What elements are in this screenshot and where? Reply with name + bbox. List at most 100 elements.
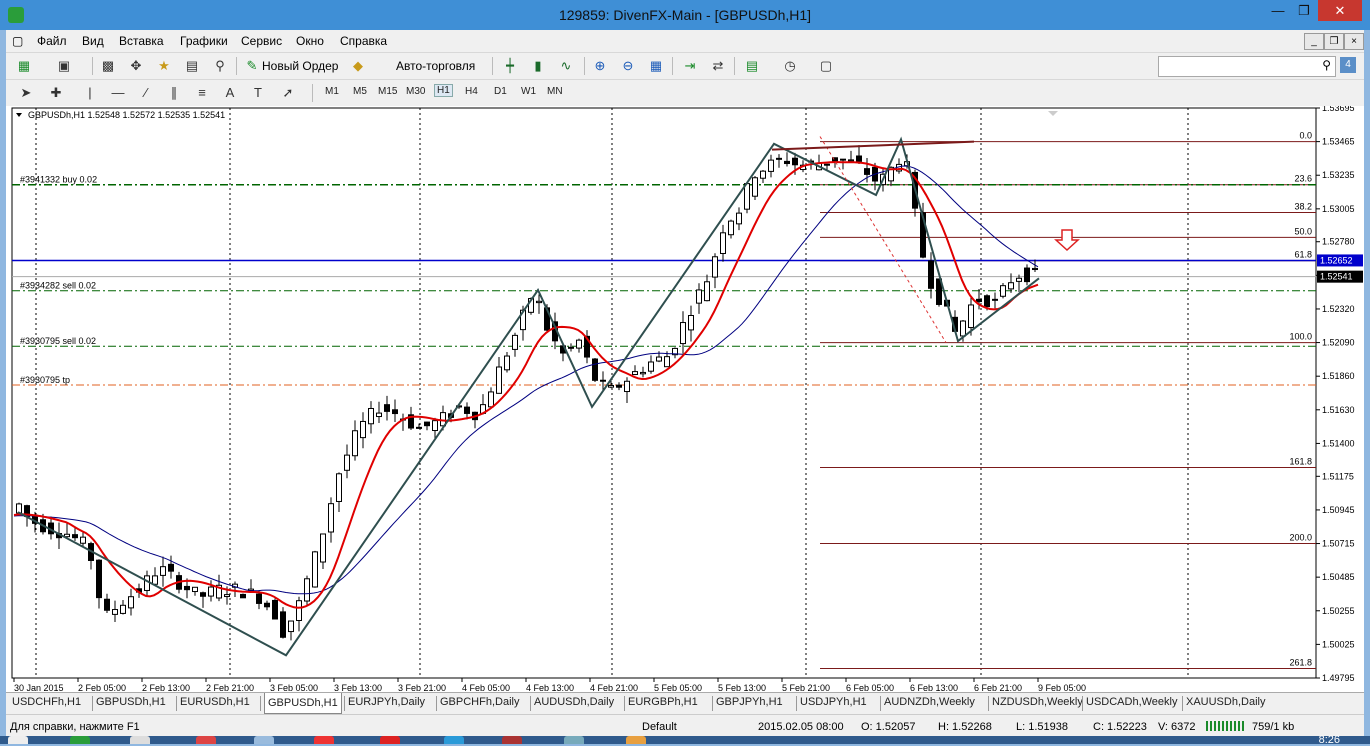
channel-icon[interactable]: ∥: [166, 85, 182, 101]
market-watch-icon[interactable]: ▩: [100, 58, 116, 74]
taskbar-app-icon[interactable]: [626, 736, 646, 744]
candle-body: [240, 593, 246, 599]
profiles-icon[interactable]: ▣: [56, 58, 72, 74]
taskbar-app-icon[interactable]: [254, 736, 274, 744]
tab-chart[interactable]: USDCHFh,H1: [12, 696, 81, 712]
candle-body: [96, 559, 102, 599]
candle-body: [592, 358, 598, 381]
menu-file[interactable]: Файл: [37, 34, 67, 48]
menu-view[interactable]: Вид: [82, 34, 104, 48]
y-tick-label: 1.53465: [1322, 137, 1355, 147]
indicators-icon[interactable]: ▤: [744, 58, 760, 74]
bar-chart-icon[interactable]: ┿: [502, 58, 518, 74]
taskbar-app-icon[interactable]: [564, 736, 584, 744]
chart-shift-icon[interactable]: ⇥: [682, 58, 698, 74]
menu-charts[interactable]: Графики: [180, 34, 228, 48]
tab-chart[interactable]: AUDNZDh,Weekly: [884, 696, 975, 712]
line-chart-icon[interactable]: ∿: [558, 58, 574, 74]
autotrade-icon[interactable]: ◆: [350, 58, 366, 74]
crosshair-icon[interactable]: ✚: [48, 85, 64, 101]
menu-icon[interactable]: ▢: [12, 34, 23, 48]
tf-m1[interactable]: M1: [325, 86, 339, 97]
maximize-icon[interactable]: ❐: [1290, 0, 1318, 22]
autoscroll-icon[interactable]: ⇄: [710, 58, 726, 74]
candle-body: [112, 609, 118, 615]
candle-body: [536, 300, 542, 304]
tf-d1[interactable]: D1: [494, 86, 507, 97]
cursor-icon[interactable]: ➤: [18, 85, 34, 101]
search-input[interactable]: ⚲: [1158, 56, 1336, 77]
text-icon[interactable]: A: [222, 85, 238, 101]
tab-chart[interactable]: GBPCHFh,Daily: [440, 696, 519, 712]
taskbar-app-icon[interactable]: [314, 736, 334, 744]
notifications-badge[interactable]: 4: [1340, 57, 1356, 73]
tile-windows-icon[interactable]: ▦: [648, 58, 664, 74]
tab-chart[interactable]: GBPUSDh,H1: [264, 693, 342, 714]
vertical-line-icon[interactable]: |: [82, 85, 98, 101]
tf-mn[interactable]: MN: [547, 86, 563, 97]
horizontal-line-icon[interactable]: —: [110, 85, 126, 101]
tester-icon[interactable]: ⚲: [212, 58, 228, 74]
taskbar-app-icon[interactable]: [380, 736, 400, 744]
menu-insert[interactable]: Вставка: [119, 34, 164, 48]
tf-h1[interactable]: H1: [434, 84, 453, 97]
candlestick-chart-icon[interactable]: ▮: [530, 58, 546, 74]
tab-chart[interactable]: GBPUSDh,H1: [96, 696, 166, 712]
tf-w1[interactable]: W1: [521, 86, 536, 97]
menu-tools[interactable]: Сервис: [241, 34, 282, 48]
candle-body: [624, 380, 630, 393]
tf-h4[interactable]: H4: [465, 86, 478, 97]
taskbar-app-icon[interactable]: [130, 736, 150, 744]
tab-chart[interactable]: XAUUSDh,Daily: [1186, 696, 1265, 712]
tab-chart[interactable]: USDJPYh,H1: [800, 696, 867, 712]
tab-chart[interactable]: EURUSDh,H1: [180, 696, 250, 712]
fibonacci-icon[interactable]: ≡: [194, 85, 210, 101]
x-tick-label: 5 Feb 13:00: [718, 683, 766, 692]
new-order-icon[interactable]: ✎: [244, 58, 260, 74]
periods-icon[interactable]: ◷: [782, 58, 798, 74]
main-toolbar: ▦ ▣ ▩ ✥ ★ ▤ ⚲ ✎ Новый Ордер ◆ Авто-торго…: [6, 52, 1364, 79]
templates-icon[interactable]: ▢: [818, 58, 834, 74]
candle-body: [736, 212, 742, 225]
zoom-in-icon[interactable]: ⊕: [592, 58, 608, 74]
new-order-button[interactable]: Новый Ордер: [262, 59, 338, 73]
navigator-icon[interactable]: ★: [156, 58, 172, 74]
trendline-icon[interactable]: ∕: [138, 85, 154, 101]
terminal-icon[interactable]: ▤: [184, 58, 200, 74]
y-tick-label: 1.50945: [1322, 505, 1355, 515]
tf-m30[interactable]: M30: [406, 86, 425, 97]
minimize-icon[interactable]: —: [1264, 0, 1292, 22]
arrows-icon[interactable]: ➚: [280, 85, 296, 101]
mdi-restore-icon[interactable]: ❐: [1324, 33, 1344, 50]
y-tick-label: 1.51400: [1322, 438, 1355, 448]
chart-window[interactable]: 1.53695 1.53465 1.53235 1.53005 1.52780 1.525…: [6, 106, 1364, 692]
close-icon[interactable]: ✕: [1318, 0, 1362, 21]
status-high: H: 1.52268: [938, 721, 992, 733]
start-icon[interactable]: [8, 736, 28, 744]
mdi-minimize-icon[interactable]: _: [1304, 33, 1324, 50]
y-tick-label: 1.53695: [1322, 106, 1355, 113]
taskbar-browser-icon[interactable]: [196, 736, 216, 744]
tf-m5[interactable]: M5: [353, 86, 367, 97]
taskbar-app-icon[interactable]: [502, 736, 522, 744]
label-icon[interactable]: T: [250, 85, 266, 101]
taskbar-app-icon[interactable]: [70, 736, 90, 744]
taskbar-app-icon[interactable]: [444, 736, 464, 744]
mdi-close-icon[interactable]: ×: [1344, 33, 1364, 50]
tab-chart[interactable]: GBPJPYh,H1: [716, 696, 783, 712]
tab-chart[interactable]: USDCADh,Weekly: [1086, 696, 1178, 712]
price-chart[interactable]: 1.53695 1.53465 1.53235 1.53005 1.52780 1.525…: [6, 106, 1364, 692]
candle-body: [856, 155, 862, 162]
new-chart-icon[interactable]: ▦: [16, 58, 32, 74]
tab-chart[interactable]: EURGBPh,H1: [628, 696, 698, 712]
menu-window[interactable]: Окно: [296, 34, 324, 48]
tab-chart[interactable]: EURJPYh,Daily: [348, 696, 425, 712]
data-window-icon[interactable]: ✥: [128, 58, 144, 74]
x-tick-label: 6 Feb 05:00: [846, 683, 894, 692]
tab-chart[interactable]: AUDUSDh,Daily: [534, 696, 614, 712]
autotrade-button[interactable]: Авто-торговля: [396, 59, 475, 73]
menu-help[interactable]: Справка: [340, 34, 387, 48]
tf-m15[interactable]: M15: [378, 86, 397, 97]
tab-chart[interactable]: NZDUSDh,Weekly: [992, 696, 1083, 712]
zoom-out-icon[interactable]: ⊖: [620, 58, 636, 74]
